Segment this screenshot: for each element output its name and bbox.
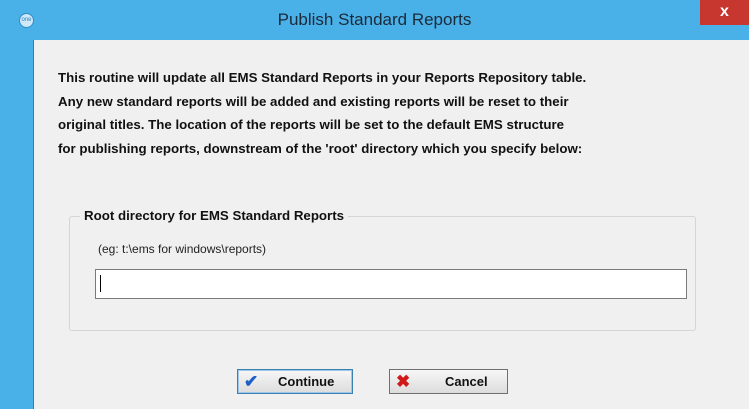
title-bar[interactable]: one Publish Standard Reports x [0, 0, 749, 40]
description-text: This routine will update all EMS Standar… [58, 70, 587, 156]
cancel-label: Cancel [445, 374, 488, 389]
cross-icon: ✖ [396, 372, 411, 391]
dialog-title: Publish Standard Reports [277, 10, 472, 29]
group-legend: Root directory for EMS Standard Reports [80, 208, 349, 223]
check-icon: ✔ [244, 372, 259, 391]
root-directory-input[interactable] [95, 269, 687, 299]
close-button[interactable]: x [700, 0, 749, 25]
dialog-window: one Publish Standard Reports x This rout… [0, 0, 749, 409]
continue-label: Continue [278, 374, 335, 389]
dialog-body: This routine will update all EMS Standar… [33, 40, 749, 409]
continue-button[interactable]: ✔ Continue [237, 369, 353, 394]
cancel-button[interactable]: ✖ Cancel [389, 369, 508, 394]
example-hint: (eg: t:\ems for windows\reports) [98, 242, 267, 256]
text-caret [100, 275, 101, 292]
